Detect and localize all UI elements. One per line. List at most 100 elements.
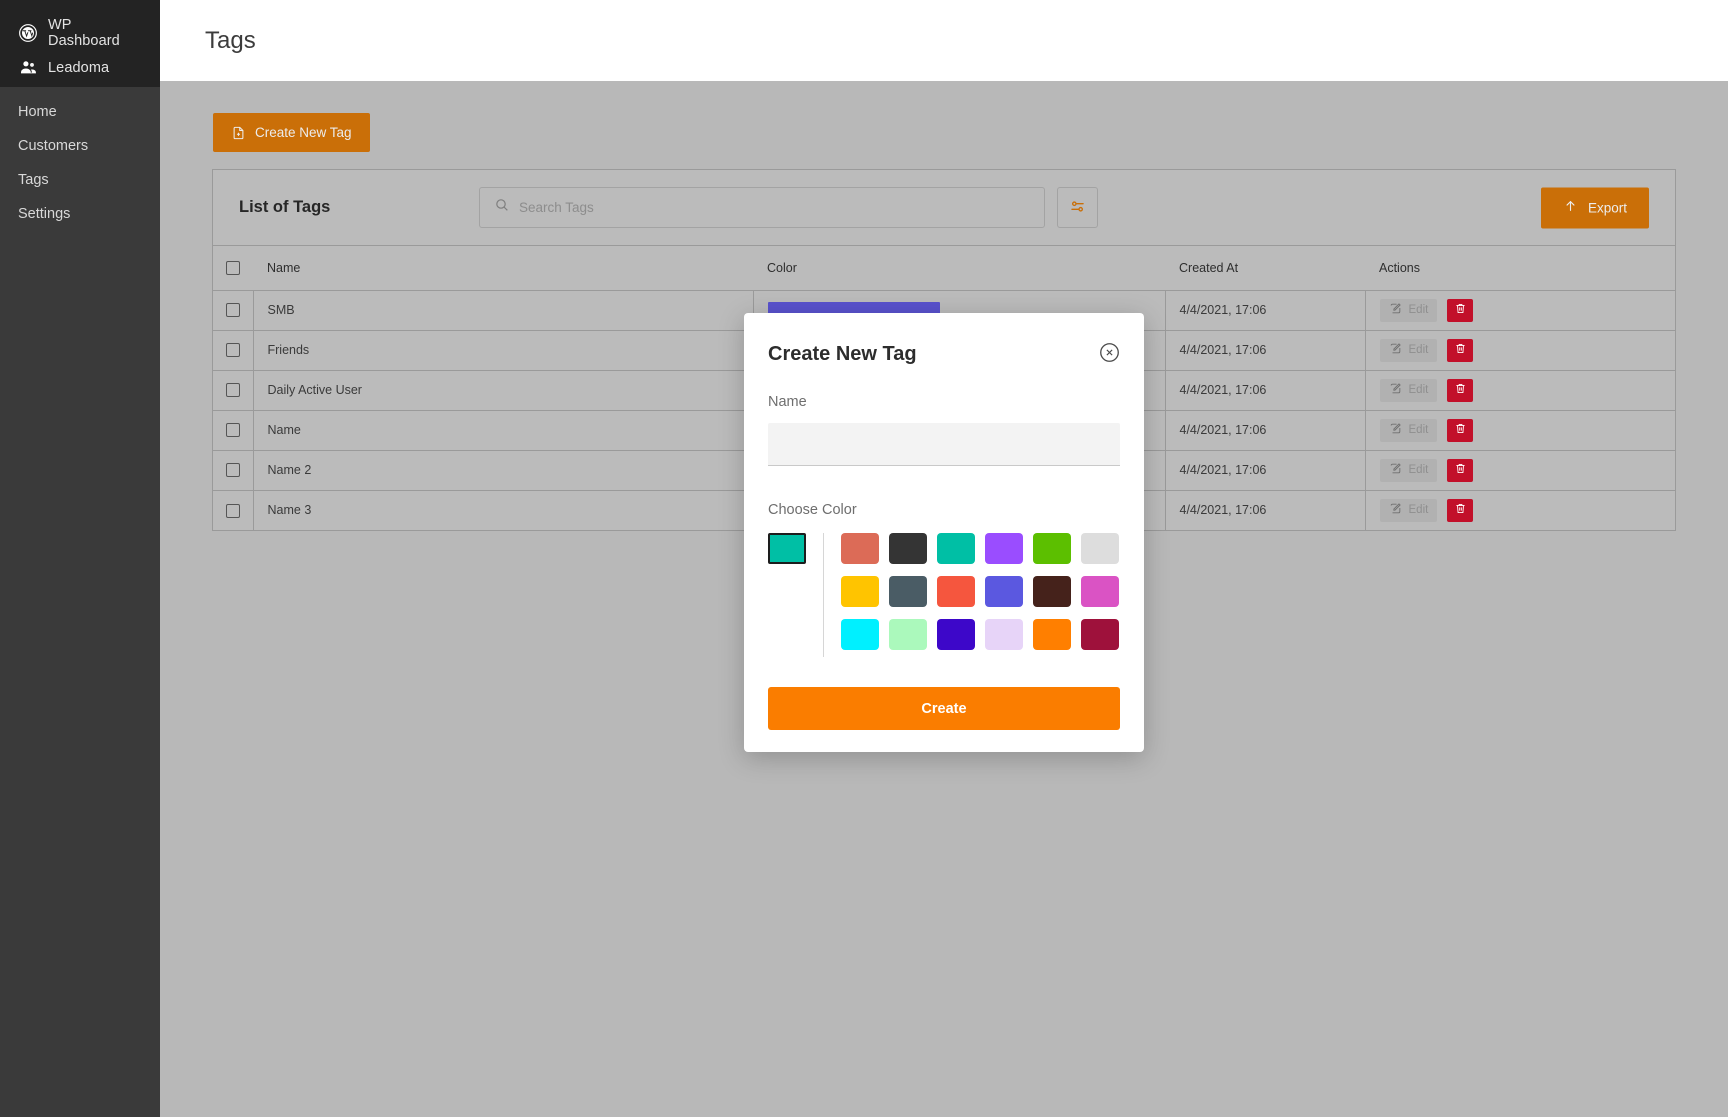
column-header-actions: Actions <box>1365 246 1675 291</box>
name-input[interactable] <box>768 423 1120 466</box>
color-swatch-0-3[interactable] <box>985 533 1023 564</box>
row-checkbox[interactable] <box>225 303 240 318</box>
color-swatch-0-5[interactable] <box>1081 533 1119 564</box>
sliders-icon <box>1068 197 1087 219</box>
column-header-created-at[interactable]: Created At <box>1165 246 1365 291</box>
filter-button[interactable] <box>1057 187 1098 228</box>
color-swatch-0-4[interactable] <box>1033 533 1071 564</box>
delete-button[interactable] <box>1447 418 1474 442</box>
row-checkbox[interactable] <box>225 423 240 438</box>
delete-button[interactable] <box>1447 498 1474 522</box>
upload-arrow-icon <box>1563 199 1578 217</box>
brand-leadoma-label: Leadoma <box>48 60 110 76</box>
color-swatch-2-4[interactable] <box>1033 619 1071 650</box>
color-swatch-2-0[interactable] <box>841 619 879 650</box>
trash-icon <box>1454 342 1467 358</box>
trash-icon <box>1454 382 1467 398</box>
create-new-tag-button[interactable]: Create New Tag <box>213 113 370 152</box>
page-title: Tags <box>205 27 256 54</box>
color-swatch-2-3[interactable] <box>985 619 1023 650</box>
name-field-label: Name <box>768 394 807 410</box>
trash-icon <box>1454 502 1467 518</box>
sidebar-item-tags[interactable]: Tags <box>0 163 160 197</box>
export-label: Export <box>1587 200 1627 215</box>
trash-icon <box>1454 462 1467 478</box>
color-swatch-0-0[interactable] <box>841 533 879 564</box>
sidebar-item-home[interactable]: Home <box>0 95 160 129</box>
select-all-checkbox[interactable] <box>226 261 240 276</box>
color-swatch-1-5[interactable] <box>1081 576 1119 607</box>
row-checkbox[interactable] <box>225 463 240 478</box>
row-actions-cell: Edit <box>1365 370 1675 411</box>
row-select-cell <box>213 410 254 451</box>
color-swatch-2-1[interactable] <box>889 619 927 650</box>
row-select-cell <box>213 290 254 331</box>
search-icon <box>494 197 510 218</box>
search-input[interactable] <box>519 200 1030 215</box>
edit-button[interactable]: Edit <box>1379 378 1438 402</box>
edit-button[interactable]: Edit <box>1379 458 1438 482</box>
delete-button[interactable] <box>1447 458 1474 482</box>
color-swatch-1-2[interactable] <box>937 576 975 607</box>
row-checkbox[interactable] <box>225 343 240 358</box>
users-icon <box>18 58 38 78</box>
select-all-header <box>213 246 253 291</box>
trash-icon <box>1454 422 1467 438</box>
edit-label: Edit <box>1408 504 1429 517</box>
modal-title: Create New Tag <box>768 343 917 365</box>
color-swatch-0-2[interactable] <box>937 533 975 564</box>
row-created-at-cell: 4/4/2021, 17:06 <box>1165 330 1366 371</box>
selected-color-swatch[interactable] <box>768 533 806 564</box>
column-header-name[interactable]: Name <box>253 246 753 291</box>
edit-button[interactable]: Edit <box>1379 498 1438 522</box>
row-actions-cell: Edit <box>1365 410 1675 451</box>
export-button[interactable]: Export <box>1540 187 1649 228</box>
row-created-at-cell: 4/4/2021, 17:06 <box>1165 410 1366 451</box>
sidebar-item-customers[interactable]: Customers <box>0 129 160 163</box>
edit-label: Edit <box>1408 384 1429 396</box>
create-new-tag-label: Create New Tag <box>255 125 352 140</box>
edit-button[interactable]: Edit <box>1379 338 1438 362</box>
delete-button[interactable] <box>1447 338 1474 362</box>
row-checkbox[interactable] <box>225 383 240 398</box>
row-name-cell: Name <box>253 410 754 451</box>
pencil-square-icon <box>1389 382 1402 398</box>
color-divider <box>823 533 824 657</box>
edit-button[interactable]: Edit <box>1379 298 1438 322</box>
color-swatch-2-2[interactable] <box>937 619 975 650</box>
delete-button[interactable] <box>1447 298 1474 322</box>
row-actions-cell: Edit <box>1365 290 1675 331</box>
row-created-at-cell: 4/4/2021, 17:06 <box>1165 450 1366 491</box>
brand-leadoma[interactable]: Leadoma <box>0 55 160 81</box>
color-swatch-1-0[interactable] <box>841 576 879 607</box>
row-created-at-cell: 4/4/2021, 17:06 <box>1165 290 1366 331</box>
color-swatch-1-1[interactable] <box>889 576 927 607</box>
table-header-row: Name Color Created At Actions <box>213 246 1675 291</box>
brand-wp-dashboard[interactable]: WP Dashboard <box>0 17 160 49</box>
column-header-color[interactable]: Color <box>753 246 1165 291</box>
color-swatch-0-1[interactable] <box>889 533 927 564</box>
color-swatch-1-3[interactable] <box>985 576 1023 607</box>
sidebar-brand: WP Dashboard Leadoma <box>0 0 160 87</box>
palette-row <box>841 533 1119 564</box>
topbar: Tags <box>160 0 1728 81</box>
sidebar-item-settings[interactable]: Settings <box>0 197 160 231</box>
color-swatch-2-5[interactable] <box>1081 619 1119 650</box>
edit-button[interactable]: Edit <box>1379 418 1438 442</box>
list-of-tags-title: List of Tags <box>239 198 331 216</box>
row-select-cell <box>213 330 254 371</box>
tags-table-head: Name Color Created At Actions <box>213 246 1675 291</box>
sidebar: WP Dashboard Leadoma Home Customers Tags… <box>0 0 160 1117</box>
delete-button[interactable] <box>1447 378 1474 402</box>
row-actions-cell: Edit <box>1365 330 1675 371</box>
row-select-cell <box>213 370 254 411</box>
search-box[interactable] <box>479 187 1045 228</box>
create-button[interactable]: Create <box>768 687 1120 730</box>
color-swatch-1-4[interactable] <box>1033 576 1071 607</box>
edit-label: Edit <box>1408 464 1429 476</box>
row-created-at-cell: 4/4/2021, 17:06 <box>1165 490 1366 530</box>
close-circle-icon[interactable] <box>1099 342 1120 363</box>
sidebar-nav: Home Customers Tags Settings <box>0 87 160 231</box>
row-actions-cell: Edit <box>1365 490 1675 530</box>
row-checkbox[interactable] <box>225 503 240 518</box>
